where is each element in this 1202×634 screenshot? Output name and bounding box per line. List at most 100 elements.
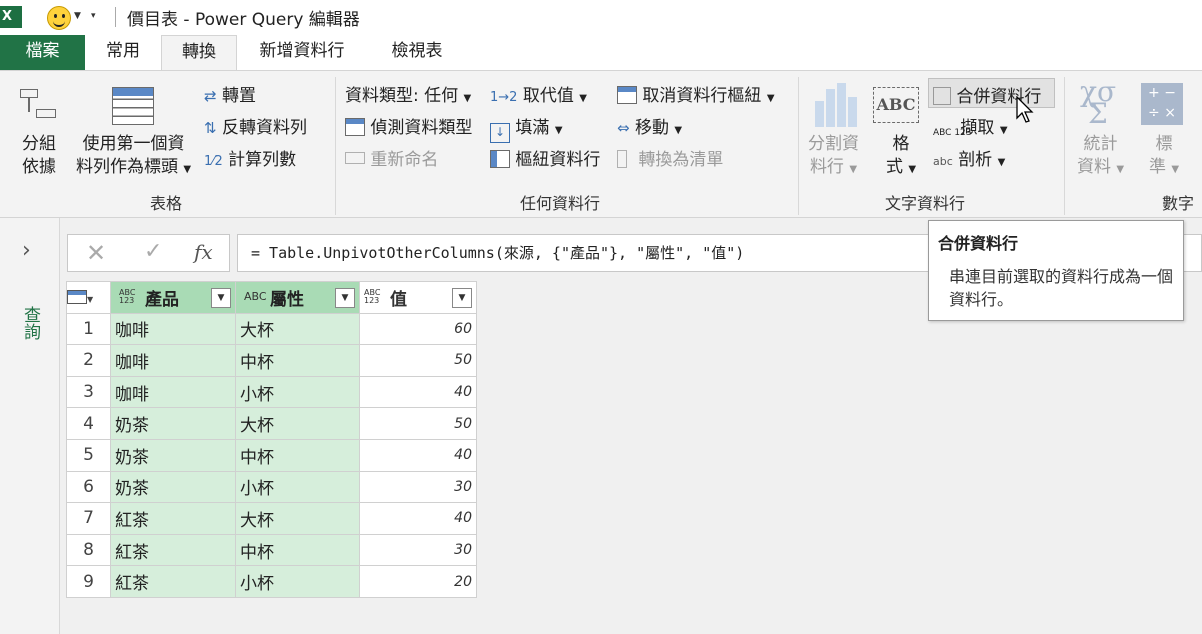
data-type-dropdown[interactable]: 資料類型: 任何 ▼ [345, 81, 471, 106]
cell-attribute[interactable]: 中杯 [235, 438, 360, 472]
cell-product[interactable]: 奶茶 [110, 470, 236, 504]
chevron-down-icon[interactable]: ▼ [74, 11, 81, 21]
move-button[interactable]: ⇔ 移動 ▼ [617, 113, 682, 138]
group-by-button[interactable]: 分組 依據 [22, 133, 56, 179]
cell-product[interactable]: 奶茶 [110, 407, 236, 440]
type-any-icon: ABC 123 [119, 288, 136, 306]
cell-product[interactable]: 咖啡 [110, 375, 236, 409]
cell-attribute[interactable]: 中杯 [235, 533, 360, 567]
row-number[interactable]: 8 [66, 533, 111, 567]
move-icon: ⇔ [617, 119, 630, 137]
cell-attribute[interactable]: 大杯 [235, 312, 360, 346]
detect-data-type-button[interactable]: 偵測資料類型 [345, 113, 472, 138]
cell-value[interactable]: 50 [359, 344, 477, 377]
cell-value[interactable]: 30 [359, 533, 477, 567]
cell-attribute[interactable]: 大杯 [235, 502, 360, 535]
rename-button[interactable]: 重新命名 [345, 145, 438, 170]
row-number[interactable]: 7 [66, 502, 111, 535]
split-column-button[interactable]: 分割資 料行 ▼ [808, 133, 859, 181]
cell-value[interactable]: 40 [359, 375, 477, 409]
column-header-value[interactable]: ABC 123 值 ▼ [359, 281, 477, 314]
fill-button[interactable]: ↓ 填滿 ▼ [490, 113, 563, 143]
excel-icon[interactable]: X [0, 6, 22, 28]
cell-product[interactable]: 奶茶 [110, 438, 236, 472]
table-row[interactable]: 1 咖啡 大杯 60 [66, 312, 477, 346]
table-row[interactable]: 9 紅茶 小杯 20 [66, 565, 477, 598]
column-header-label: 屬性 [270, 289, 304, 310]
tab-home[interactable]: 常用 [85, 35, 161, 70]
row-number[interactable]: 6 [66, 470, 111, 504]
extract-button[interactable]: ABC 123 擷取 ▼ [933, 113, 1008, 138]
cell-value[interactable]: 40 [359, 438, 477, 472]
table-row[interactable]: 3 咖啡 小杯 40 [66, 375, 477, 409]
cell-value[interactable]: 40 [359, 502, 477, 535]
pivot-column-button[interactable]: 樞紐資料行 [490, 145, 600, 170]
table-menu-button[interactable]: ▼ [66, 281, 111, 314]
cell-attribute[interactable]: 小杯 [235, 470, 360, 504]
standard-button[interactable]: 標 準 ▼ [1149, 133, 1179, 181]
table-row[interactable]: 7 紅茶 大杯 40 [66, 502, 477, 535]
row-number[interactable]: 9 [66, 565, 111, 598]
transpose-button[interactable]: ⇄ 轉置 [204, 81, 256, 106]
parse-button[interactable]: abc 剖析 ▼ [933, 145, 1005, 170]
reverse-rows-label: 反轉資料列 [221, 118, 307, 138]
cell-value[interactable]: 50 [359, 407, 477, 440]
row-number[interactable]: 2 [66, 344, 111, 377]
chevron-down-icon: ▼ [87, 295, 94, 305]
filter-dropdown-icon[interactable]: ▼ [452, 288, 472, 308]
tab-transform[interactable]: 轉換 [161, 35, 237, 72]
format-button[interactable]: 格 式 ▼ [886, 133, 916, 181]
fill-down-icon: ↓ [490, 123, 510, 143]
commit-icon[interactable]: ✓ [144, 239, 162, 264]
cell-value[interactable]: 20 [359, 565, 477, 598]
table-row[interactable]: 2 咖啡 中杯 50 [66, 344, 477, 377]
cell-product[interactable]: 紅茶 [110, 565, 236, 598]
fx-icon[interactable]: fx [194, 240, 213, 264]
statistics-button[interactable]: 統計 資料 ▼ [1077, 133, 1124, 181]
rename-icon [345, 152, 365, 164]
cell-value[interactable]: 60 [359, 312, 477, 346]
table-row[interactable]: 5 奶茶 中杯 40 [66, 438, 477, 472]
table-row[interactable]: 8 紅茶 中杯 30 [66, 533, 477, 567]
reverse-rows-button[interactable]: ⇅ 反轉資料列 [204, 113, 307, 138]
cell-product[interactable]: 紅茶 [110, 502, 236, 535]
customize-toolbar-icon[interactable]: ▾ [91, 11, 96, 21]
tab-add-column[interactable]: 新增資料行 [237, 35, 367, 70]
table-row[interactable]: 4 奶茶 大杯 50 [66, 407, 477, 440]
tab-view[interactable]: 檢視表 [367, 35, 467, 70]
unpivot-label: 取消資料行樞紐 [642, 86, 762, 106]
row-number[interactable]: 4 [66, 407, 111, 440]
chevron-right-icon[interactable]: › [22, 238, 31, 263]
cell-attribute[interactable]: 小杯 [235, 375, 360, 409]
unpivot-columns-button[interactable]: 取消資料行樞紐 ▼ [617, 81, 775, 106]
column-header-product[interactable]: ABC 123 產品 ▼ [110, 281, 236, 314]
filter-dropdown-icon[interactable]: ▼ [211, 288, 231, 308]
table-row[interactable]: 6 奶茶 小杯 30 [66, 470, 477, 504]
detect-type-icon [345, 118, 365, 136]
cell-attribute[interactable]: 小杯 [235, 565, 360, 598]
replace-values-label: 取代值 [522, 86, 574, 106]
filter-dropdown-icon[interactable]: ▼ [335, 288, 355, 308]
tab-file[interactable]: 檔案 [0, 35, 85, 70]
cell-attribute[interactable]: 中杯 [235, 344, 360, 377]
queries-pane-label[interactable]: 查詢 [18, 306, 43, 340]
replace-values-button[interactable]: 1→2 取代值 ▼ [490, 81, 587, 106]
cell-attribute[interactable]: 大杯 [235, 407, 360, 440]
smiley-feedback-icon[interactable] [47, 6, 71, 30]
use-first-row-as-header-button[interactable]: 使用第一個資 料列作為標頭 ▼ [76, 133, 191, 181]
row-number[interactable]: 1 [66, 312, 111, 346]
cell-product[interactable]: 咖啡 [110, 344, 236, 377]
text-column-group-label: 文字資料行 [885, 194, 966, 213]
cell-product[interactable]: 紅茶 [110, 533, 236, 567]
row-number[interactable]: 3 [66, 375, 111, 409]
cell-product[interactable]: 咖啡 [110, 312, 236, 346]
row-number[interactable]: 5 [66, 438, 111, 472]
chevron-down-icon: ▼ [999, 125, 1008, 136]
column-header-attribute[interactable]: ABC 屬性 ▼ [235, 281, 360, 314]
count-rows-button[interactable]: 1⁄2 計算列數 [204, 145, 296, 170]
cancel-icon[interactable]: ✕ [86, 239, 106, 267]
move-label: 移動 [634, 118, 669, 138]
cell-value[interactable]: 30 [359, 470, 477, 504]
extract-type-icon: ABC 123 [933, 128, 972, 138]
convert-to-list-button[interactable]: 轉換為清單 [617, 145, 723, 170]
